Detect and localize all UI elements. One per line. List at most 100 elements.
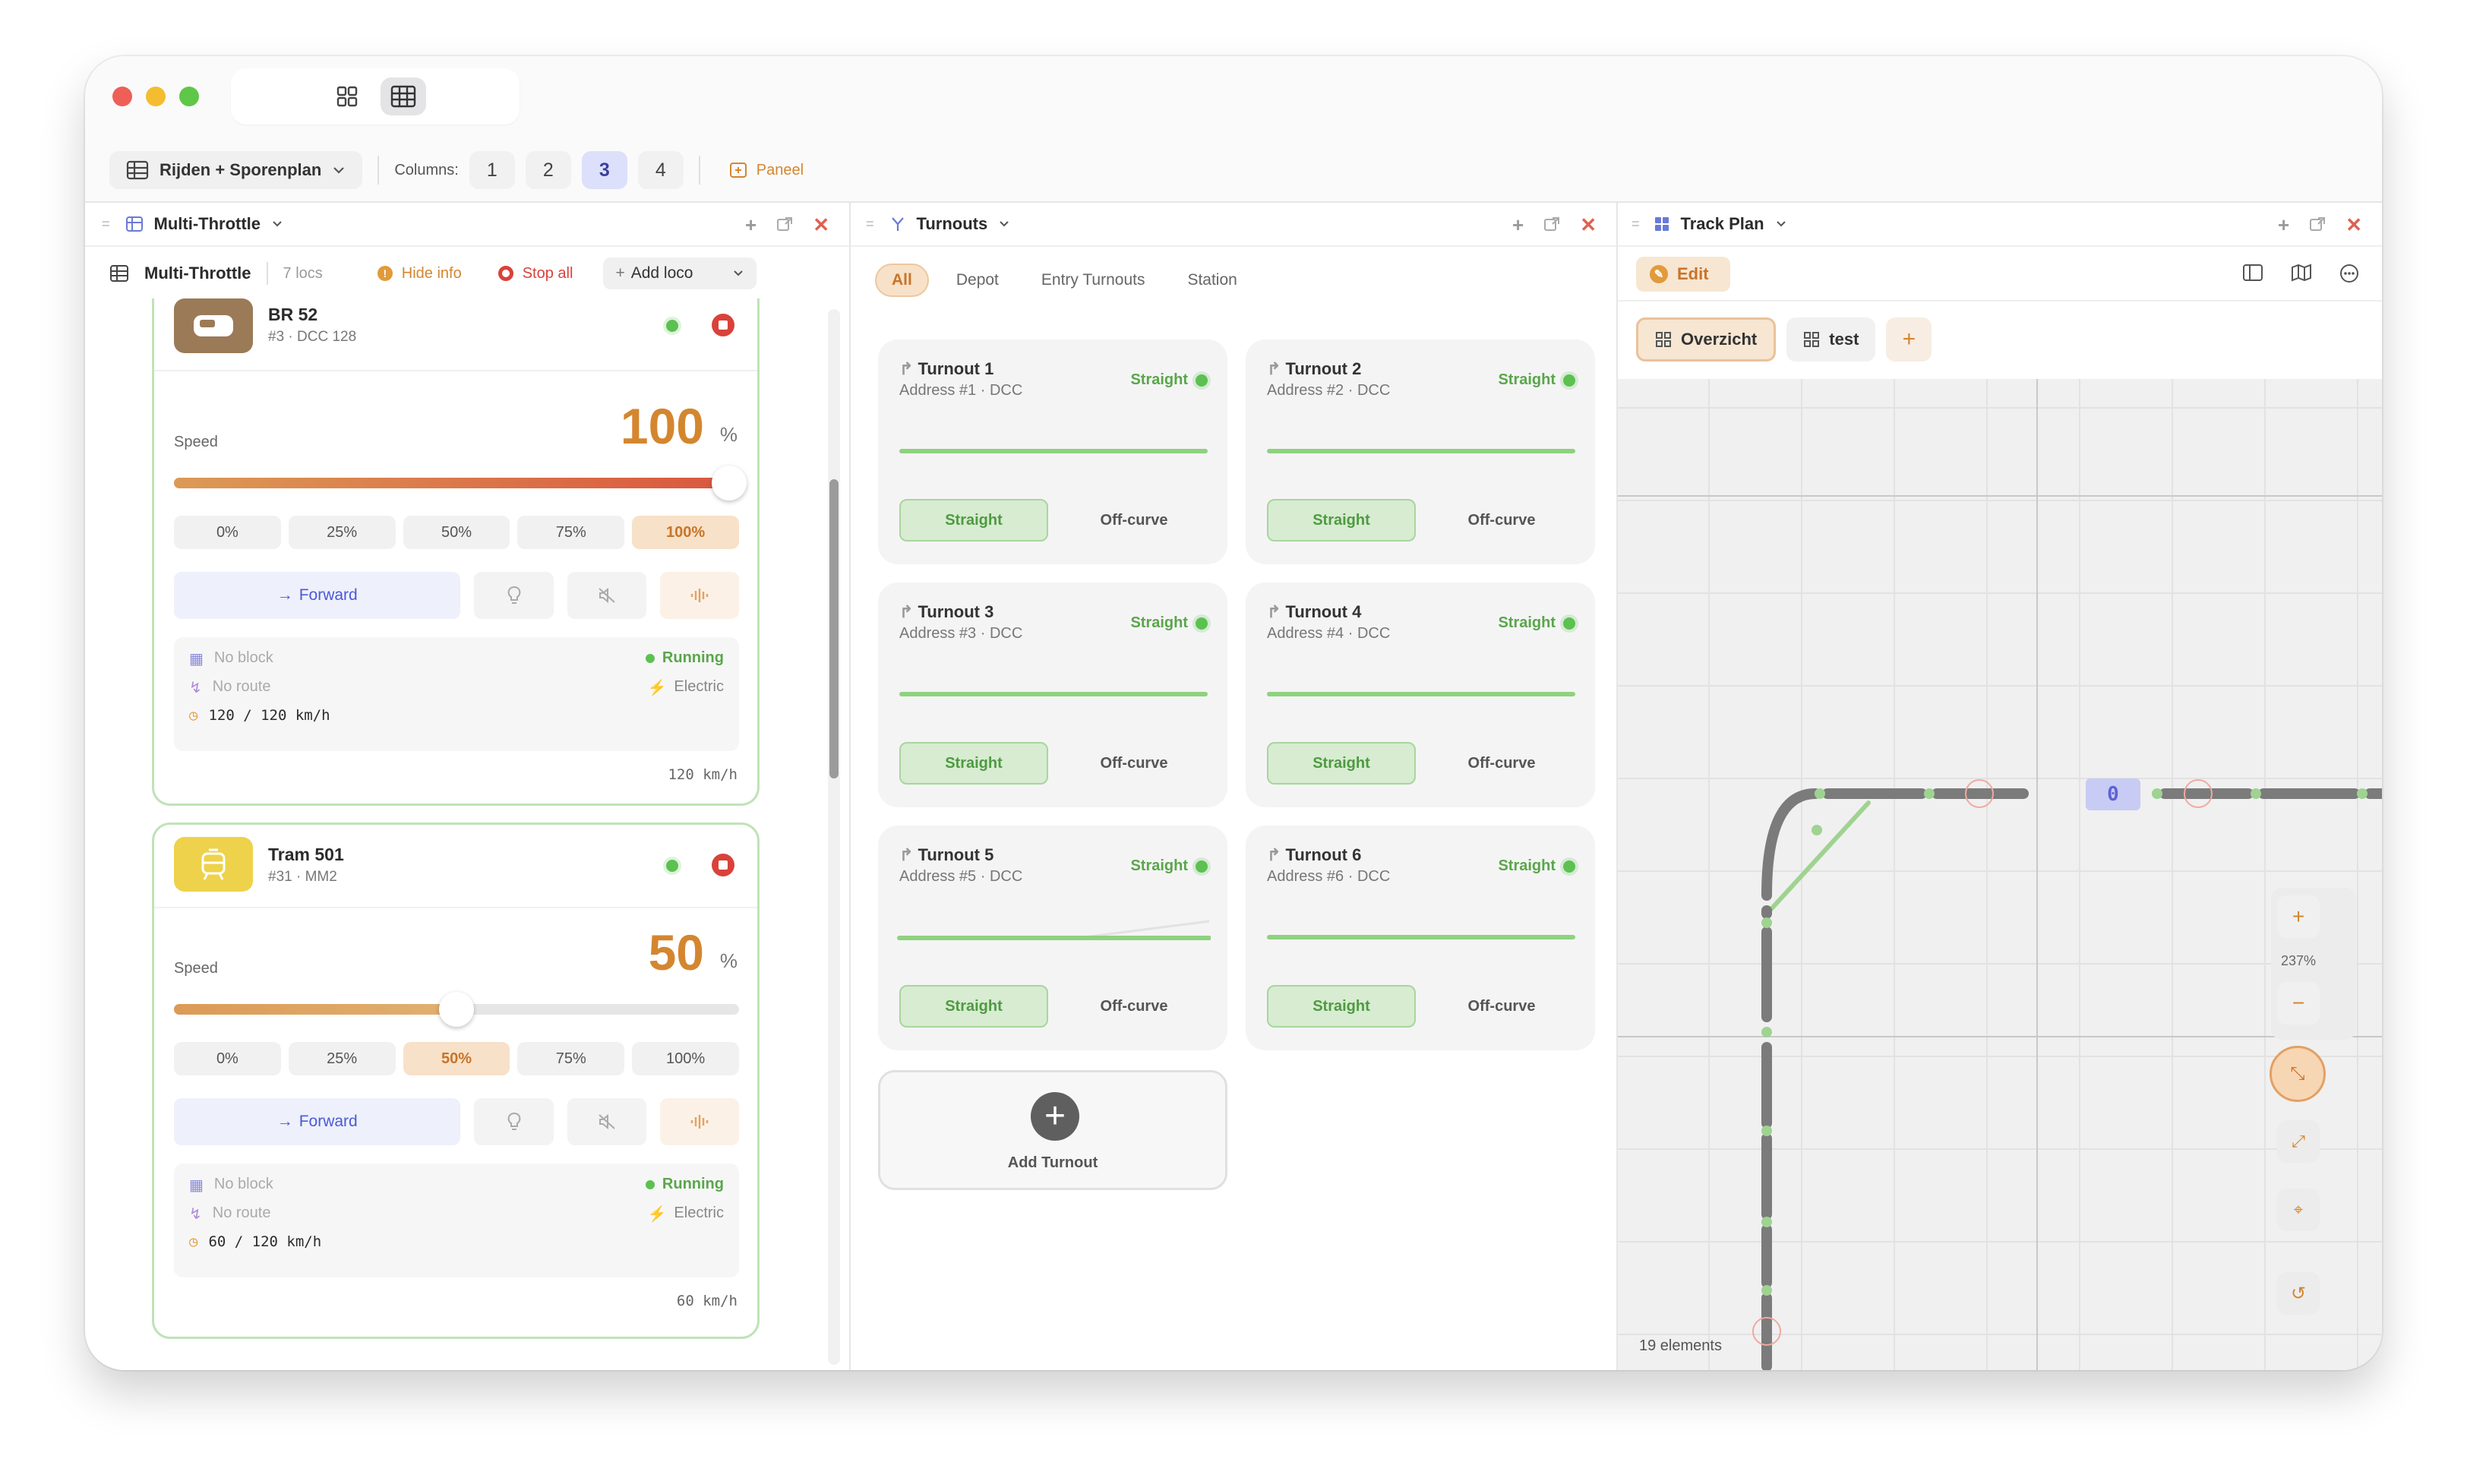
reset-button[interactable]: ↺	[2277, 1272, 2320, 1315]
drag-handle-icon[interactable]: =	[1632, 216, 1640, 232]
direction-button[interactable]: → Forward	[174, 1098, 461, 1145]
preset-100-button[interactable]: 100%	[632, 516, 739, 549]
columns-2-button[interactable]: 2	[525, 151, 571, 189]
arrow-right-icon: ↱	[899, 602, 918, 621]
add-plan-tab-button[interactable]: +	[1886, 317, 1932, 362]
scrollbar-track[interactable]	[828, 309, 840, 1365]
preset-75-button[interactable]: 75%	[517, 1042, 625, 1075]
center-button[interactable]: ⌖	[2277, 1189, 2320, 1231]
minimize-window-button[interactable]	[146, 87, 166, 106]
locomotive-icon	[174, 298, 253, 353]
preset-0-button[interactable]: 0%	[174, 516, 281, 549]
straight-button[interactable]: Straight	[899, 499, 1048, 542]
hide-info-button[interactable]: ! Hide info	[377, 265, 462, 283]
panel-title[interactable]: Turnouts	[917, 214, 988, 234]
preset-50-button[interactable]: 50%	[403, 1042, 510, 1075]
mute-button[interactable]	[567, 1098, 646, 1145]
straight-button[interactable]: Straight	[1267, 499, 1416, 542]
filter-station[interactable]: Station	[1172, 264, 1252, 297]
table-icon	[126, 160, 149, 180]
preset-50-button[interactable]: 50%	[403, 516, 510, 549]
straight-button[interactable]: Straight	[1267, 985, 1416, 1028]
tab-test[interactable]: test	[1786, 317, 1876, 362]
popout-icon[interactable]	[2309, 216, 2326, 233]
loco-stop-button[interactable]	[712, 314, 734, 336]
turnout-card: ↱ Turnout 5 Address #5 · DCC Straight St…	[878, 826, 1227, 1050]
mute-button[interactable]	[567, 572, 646, 619]
speed-slider[interactable]	[174, 466, 747, 500]
turnout-address: Address #2 · DCC	[1267, 382, 1391, 399]
chevron-down-icon[interactable]	[1775, 218, 1787, 230]
close-icon[interactable]: ✕	[813, 213, 829, 237]
panel-title[interactable]: Track Plan	[1681, 214, 1764, 234]
chevron-down-icon	[734, 270, 744, 276]
collapse-button[interactable]: ⤢	[2277, 1120, 2320, 1163]
close-window-button[interactable]	[112, 87, 132, 106]
chevron-down-icon[interactable]	[998, 218, 1010, 230]
tab-label: Overzicht	[1681, 330, 1758, 349]
straight-button[interactable]: Straight	[899, 742, 1048, 785]
drag-handle-icon[interactable]: =	[866, 216, 874, 232]
zoom-out-button[interactable]: −	[2277, 982, 2320, 1025]
panel-title[interactable]: Multi-Throttle	[154, 214, 261, 234]
block-label[interactable]: 0	[2086, 778, 2140, 810]
stop-all-button[interactable]: Stop all	[498, 265, 573, 283]
scrollbar-thumb[interactable]	[829, 479, 839, 778]
grid-view-button[interactable]	[324, 77, 370, 115]
columns-3-button[interactable]: 3	[581, 151, 627, 189]
edit-button[interactable]: ✎ Edit	[1636, 257, 1730, 292]
add-panel-button[interactable]: Paneel	[715, 152, 817, 188]
speed-slider[interactable]	[174, 992, 739, 1027]
columns-1-button[interactable]: 1	[469, 151, 515, 189]
straight-button[interactable]: Straight	[899, 985, 1048, 1028]
fit-view-button[interactable]: ⤡	[2270, 1046, 2326, 1102]
table-view-button[interactable]	[381, 77, 426, 115]
preset-75-button[interactable]: 75%	[517, 516, 625, 549]
track-canvas[interactable]: 0 + 237% − ⤡ ⤢ ⌖ ↺ 19 elements	[1618, 379, 2382, 1370]
speed-footer: 60 km/h	[676, 1293, 738, 1309]
preset-25-button[interactable]: 25%	[288, 516, 396, 549]
zoom-window-button[interactable]	[179, 87, 199, 106]
light-button[interactable]	[474, 572, 554, 619]
sound-button[interactable]	[659, 572, 739, 619]
layout-select[interactable]: Rijden + Sporenplan	[109, 151, 363, 189]
speed-slider-knob[interactable]	[712, 466, 747, 500]
more-icon[interactable]	[2339, 264, 2359, 283]
add-icon[interactable]: +	[745, 213, 757, 237]
offcurve-button[interactable]: Off-curve	[1060, 742, 1208, 785]
offcurve-button[interactable]: Off-curve	[1428, 742, 1575, 785]
sidebar-icon[interactable]	[2242, 264, 2263, 282]
add-icon[interactable]: +	[2278, 213, 2289, 237]
sound-button[interactable]	[659, 1098, 739, 1145]
zoom-in-button[interactable]: +	[2277, 895, 2320, 938]
tab-overzicht[interactable]: Overzicht	[1636, 317, 1777, 362]
preset-0-button[interactable]: 0%	[174, 1042, 281, 1075]
columns-4-button[interactable]: 4	[637, 151, 684, 189]
offcurve-button[interactable]: Off-curve	[1060, 499, 1208, 542]
drag-handle-icon[interactable]: =	[102, 216, 110, 232]
offcurve-button[interactable]: Off-curve	[1060, 985, 1208, 1028]
light-button[interactable]	[474, 1098, 554, 1145]
turnout-state: Straight	[1130, 614, 1188, 631]
popout-icon[interactable]	[776, 216, 793, 233]
add-loco-button[interactable]: + Add loco	[603, 257, 757, 289]
loco-stop-button[interactable]	[712, 854, 734, 876]
popout-icon[interactable]	[1543, 216, 1560, 233]
turnout-diagram	[899, 692, 1208, 696]
filter-depot[interactable]: Depot	[941, 264, 1014, 297]
filter-all[interactable]: All	[875, 264, 929, 297]
offcurve-button[interactable]: Off-curve	[1428, 499, 1575, 542]
preset-25-button[interactable]: 25%	[288, 1042, 396, 1075]
straight-button[interactable]: Straight	[1267, 742, 1416, 785]
close-icon[interactable]: ✕	[1580, 213, 1597, 237]
chevron-down-icon[interactable]	[271, 218, 283, 230]
filter-entry-turnouts[interactable]: Entry Turnouts	[1026, 264, 1161, 297]
offcurve-button[interactable]: Off-curve	[1428, 985, 1575, 1028]
add-icon[interactable]: +	[1512, 213, 1524, 237]
add-turnout-button[interactable]: + Add Turnout	[878, 1070, 1227, 1190]
map-icon[interactable]	[2291, 264, 2312, 282]
preset-100-button[interactable]: 100%	[632, 1042, 739, 1075]
close-icon[interactable]: ✕	[2345, 213, 2362, 237]
direction-button[interactable]: → Forward	[174, 572, 461, 619]
speed-slider-knob[interactable]	[439, 992, 474, 1027]
